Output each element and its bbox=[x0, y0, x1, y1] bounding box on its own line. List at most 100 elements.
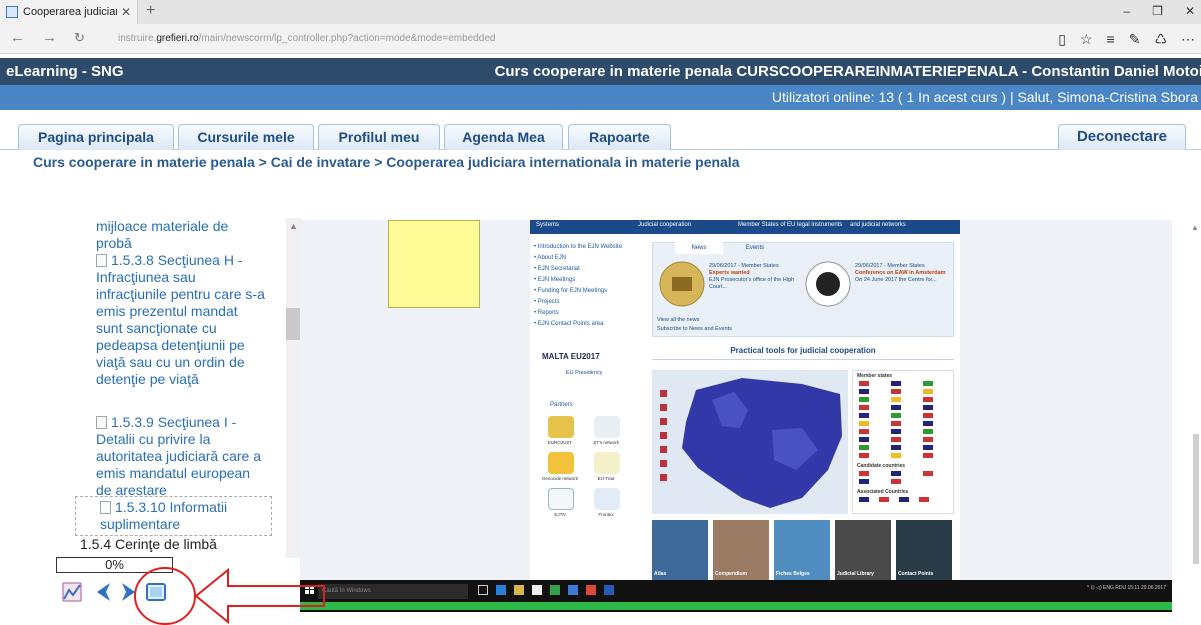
share-icon[interactable]: ♺ bbox=[1154, 31, 1167, 48]
web-note-icon[interactable]: ✎ bbox=[1129, 31, 1141, 48]
flags-heading: Member states bbox=[857, 373, 893, 379]
browser-tab[interactable]: Cooperarea judiciara int ✕ bbox=[0, 0, 138, 24]
url-field[interactable]: instruire.grefieri.ro/main/newscorm/lp_c… bbox=[118, 33, 495, 44]
toc-section-label[interactable]: 1.5.4 Cerinţe de limbă bbox=[80, 536, 217, 552]
tile-contact-points[interactable]: Contact Points bbox=[896, 520, 952, 580]
toc-current-item[interactable]: 1.5.3.10 Informatii suplimentare bbox=[75, 496, 272, 536]
url-path: /main/newscorm/lp_controller.php?action=… bbox=[198, 33, 496, 44]
excel-icon[interactable] bbox=[550, 585, 560, 595]
store-icon[interactable] bbox=[532, 585, 542, 595]
view-all-news-link[interactable]: View all the news bbox=[657, 317, 699, 324]
embedded-content-frame[interactable]: Systems Judicial cooperation Member Stat… bbox=[300, 220, 1172, 612]
frontex-logo[interactable] bbox=[594, 488, 620, 510]
tile-fiches-belges[interactable]: Fiches Belges bbox=[774, 520, 830, 580]
tile-atlas[interactable]: Atlas bbox=[652, 520, 708, 580]
next-icon[interactable] bbox=[116, 580, 140, 604]
back-icon[interactable]: ← bbox=[10, 30, 25, 46]
ejtn-logo[interactable] bbox=[548, 488, 574, 510]
breadcrumb[interactable]: Curs cooperare in materie penala > Cai d… bbox=[33, 154, 740, 170]
favorite-star-icon[interactable]: ☆ bbox=[1080, 31, 1093, 48]
embedded-nav-item[interactable]: Judicial cooperation bbox=[638, 222, 691, 228]
taskbar-search-input[interactable]: Caută în Windows bbox=[318, 584, 468, 599]
explorer-icon[interactable] bbox=[514, 585, 524, 595]
toc-scroll-thumb[interactable] bbox=[286, 308, 301, 340]
fullscreen-icon[interactable] bbox=[144, 580, 168, 604]
embedded-nav-item[interactable]: Systems bbox=[536, 222, 559, 228]
page-scroll-thumb[interactable] bbox=[1193, 434, 1199, 564]
news-title: Conference on EAW in Amsterdam bbox=[855, 270, 946, 276]
close-tab-icon[interactable]: ✕ bbox=[121, 5, 137, 19]
news-box: News Events 29/06/2017 - Member States Ex… bbox=[652, 242, 954, 337]
statistics-icon[interactable] bbox=[60, 580, 84, 604]
refresh-icon[interactable]: ↻ bbox=[74, 30, 85, 46]
embedded-left-nav-item[interactable]: • EJN Contact Points area bbox=[534, 319, 644, 330]
embedded-left-nav-item[interactable]: • Introduction to the EJN Website bbox=[534, 242, 644, 253]
new-tab-button[interactable]: + bbox=[146, 3, 155, 19]
embedded-left-nav-item[interactable]: • EJN Meetings bbox=[534, 275, 644, 286]
page-scrollbar[interactable]: ▲ bbox=[1190, 220, 1201, 612]
embedded-left-nav-item[interactable]: • Funding for EJN Meetings bbox=[534, 286, 644, 297]
genocide-network-logo[interactable] bbox=[548, 452, 574, 474]
tile-judicial-library[interactable]: Judicial Library bbox=[835, 520, 891, 580]
news-item-2[interactable]: 29/06/2017 - Member States Conference on … bbox=[855, 263, 951, 284]
previous-icon[interactable] bbox=[92, 580, 116, 604]
tab-rapoarte[interactable]: Rapoarte bbox=[568, 124, 671, 150]
news-tab[interactable]: News bbox=[675, 242, 723, 254]
edge-icon[interactable] bbox=[496, 585, 506, 595]
embedded-left-nav-item[interactable]: • Projects bbox=[534, 297, 644, 308]
jits-logo[interactable] bbox=[594, 416, 620, 438]
task-view-icon[interactable] bbox=[478, 585, 488, 595]
scroll-up-icon[interactable]: ▲ bbox=[1191, 223, 1199, 232]
tile-label: Atlas bbox=[654, 571, 667, 577]
toolbar-icons: ▯ ☆ ≡ ✎ ♺ ⋯ bbox=[1058, 31, 1195, 48]
embedded-nav-item[interactable]: and judicial networks bbox=[850, 222, 906, 228]
logout-button[interactable]: Deconectare bbox=[1058, 124, 1186, 150]
reading-view-icon[interactable]: ▯ bbox=[1058, 31, 1066, 48]
news-item-1[interactable]: 29/06/2017 - Member States Experts wanted… bbox=[709, 263, 801, 291]
europe-map[interactable] bbox=[652, 370, 848, 514]
embedded-left-nav: • Introduction to the EJN Website • Abou… bbox=[534, 242, 644, 330]
events-tab[interactable]: Events bbox=[731, 242, 779, 254]
powerpoint-icon[interactable] bbox=[586, 585, 596, 595]
scroll-up-icon[interactable]: ▲ bbox=[289, 221, 298, 231]
window-close-icon[interactable]: ✕ bbox=[1185, 4, 1195, 18]
main-menu: Pagina principala Cursurile mele Profilu… bbox=[0, 110, 1201, 150]
toc-item[interactable]: 1.5.3.9 Secţiunea I - Detalii cu privire… bbox=[96, 414, 266, 499]
news-body: On 24 June 2017 the Centre for... bbox=[855, 277, 937, 283]
eu-trad-logo[interactable] bbox=[594, 452, 620, 474]
subscribe-link[interactable]: Subscribe to News and Events bbox=[657, 326, 732, 333]
embedded-left-nav-item[interactable]: • About EJN bbox=[534, 253, 644, 264]
hub-icon[interactable]: ≡ bbox=[1107, 31, 1115, 48]
lp-toolbar bbox=[60, 580, 200, 606]
news-date: 29/06/2017 - Member States bbox=[855, 263, 925, 269]
forward-icon[interactable]: → bbox=[42, 30, 57, 46]
windows-start-icon[interactable] bbox=[305, 585, 315, 595]
course-title: Curs cooperare in materie penala CURSCOO… bbox=[494, 63, 1201, 80]
eurojust-logo[interactable] bbox=[548, 416, 574, 438]
embedded-nav-item[interactable]: Member States of EU legal instruments bbox=[738, 222, 842, 228]
more-icon[interactable]: ⋯ bbox=[1181, 31, 1195, 48]
word-icon[interactable] bbox=[604, 585, 614, 595]
tab-pagina-principala[interactable]: Pagina principala bbox=[18, 124, 174, 150]
embedded-left-nav-item[interactable]: • EJN Secretariat bbox=[534, 264, 644, 275]
minimize-icon[interactable]: – bbox=[1123, 4, 1130, 18]
tile-label: Compendium bbox=[715, 571, 747, 577]
tab-cursurile-mele[interactable]: Cursurile mele bbox=[178, 124, 314, 150]
tab-agenda-mea[interactable]: Agenda Mea bbox=[444, 124, 563, 150]
toc-item[interactable]: 1.5.3.8 Secţiunea H - Infracţiunea sau i… bbox=[96, 252, 266, 388]
user-info-bar: Utilizatori online: 13 ( 1 In acest curs… bbox=[0, 85, 1201, 110]
news-date: 29/06/2017 - Member States bbox=[709, 263, 779, 269]
outlook-icon[interactable] bbox=[568, 585, 578, 595]
tab-profilul-meu[interactable]: Profilul meu bbox=[318, 124, 440, 150]
embedded-left-nav-item[interactable]: • Reports bbox=[534, 308, 644, 319]
tile-compendium[interactable]: Compendium bbox=[713, 520, 769, 580]
toc-scrollbar[interactable]: ▲ bbox=[286, 218, 301, 558]
browser-tab-title: Cooperarea judiciara int bbox=[23, 6, 117, 18]
toc-item[interactable]: mijloace materiale de probă bbox=[96, 218, 266, 252]
system-tray[interactable]: ^ ⊡ ◁) ENG RDU 15:11 29.06.2017 bbox=[1087, 585, 1166, 591]
associated-heading: Associated Countries bbox=[857, 489, 909, 495]
partner-label: EU-Trad bbox=[597, 476, 615, 481]
member-states-flags: Member states Candidate countries Associ… bbox=[852, 370, 954, 514]
candidates-heading: Candidate countries bbox=[857, 463, 906, 469]
restore-icon[interactable]: ❐ bbox=[1152, 4, 1163, 18]
